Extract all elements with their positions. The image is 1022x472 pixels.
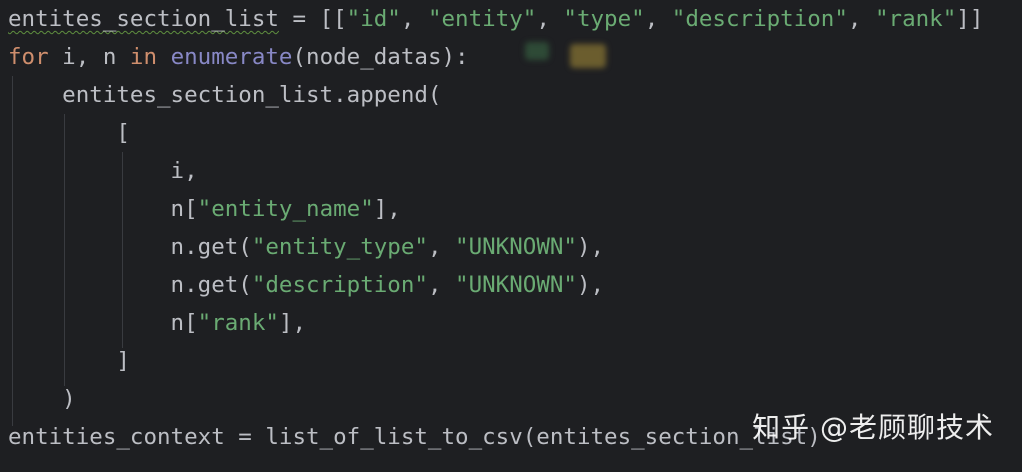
code-token-plain: ]] xyxy=(956,6,984,32)
code-token-str: "type" xyxy=(563,6,645,32)
code-token-plain: entites_section_list xyxy=(8,6,279,32)
code-token-plain: ] xyxy=(8,348,130,374)
code-token-str: "rank" xyxy=(197,310,279,336)
code-token-kw: in xyxy=(129,44,158,70)
code-token-str: "UNKNOWN" xyxy=(455,272,577,298)
blurred-artifact xyxy=(525,42,549,60)
code-token-str: "entity" xyxy=(427,6,537,32)
code-token-plain: ], xyxy=(278,310,307,336)
blurred-artifact xyxy=(570,44,606,68)
code-token-plain: n[ xyxy=(8,310,198,336)
code-token-str: "entity_type" xyxy=(251,234,428,260)
code-token-plain: entities_context = list_of_list_to_csv(e… xyxy=(8,424,821,450)
code-token-str: "id" xyxy=(346,6,401,32)
code-token-plain: n[ xyxy=(8,196,198,222)
code-token-plain: n.get( xyxy=(8,234,252,260)
code-line[interactable]: n.get("entity_type", "UNKNOWN"), xyxy=(8,228,605,266)
code-line[interactable]: entites_section_list = [["id", "entity",… xyxy=(8,0,983,38)
watermark: 知乎 @老顾聊技术 xyxy=(752,411,994,444)
code-token-plain: , xyxy=(847,6,875,32)
code-line[interactable]: i, xyxy=(8,152,198,190)
code-token-plain: ), xyxy=(576,234,605,260)
code-token-plain: (node_datas): xyxy=(292,44,469,70)
code-token-plain: = [[ xyxy=(278,6,347,32)
code-token-str: "description" xyxy=(671,6,848,32)
code-token-str: "entity_name" xyxy=(197,196,374,222)
code-line[interactable]: n["rank"], xyxy=(8,304,306,342)
code-token-plain: ], xyxy=(373,196,401,222)
code-token-str: "rank" xyxy=(875,6,957,32)
code-line[interactable]: entities_context = list_of_list_to_csv(e… xyxy=(8,418,821,456)
code-line[interactable]: n["entity_name"], xyxy=(8,190,401,228)
code-token-plain: ), xyxy=(576,272,605,298)
code-token-plain: n.get( xyxy=(8,272,252,298)
code-token-str: "description" xyxy=(251,272,428,298)
code-token-plain: , xyxy=(536,6,564,32)
code-token-kw: for xyxy=(8,44,49,70)
code-line[interactable]: ] xyxy=(8,342,130,380)
code-line[interactable]: n.get("description", "UNKNOWN"), xyxy=(8,266,605,304)
code-line[interactable]: for i, n in enumerate(node_datas): xyxy=(8,38,469,76)
code-token-plain: ) xyxy=(8,386,76,412)
code-token-builtin: enumerate xyxy=(170,44,293,70)
code-token-plain: [ xyxy=(8,120,130,146)
code-line[interactable]: entites_section_list.append( xyxy=(8,76,441,114)
code-token-plain: , xyxy=(427,234,456,260)
code-token-plain: entites_section_list.append( xyxy=(8,82,442,108)
code-token-plain: , xyxy=(427,272,456,298)
code-token-plain: i, xyxy=(8,158,198,184)
code-token-plain: , xyxy=(644,6,672,32)
code-line[interactable]: ) xyxy=(8,380,76,418)
code-token-plain: , xyxy=(400,6,428,32)
code-token-plain: i, n xyxy=(48,44,130,70)
code-editor[interactable]: entites_section_list = [["id", "entity",… xyxy=(0,0,1022,472)
code-token-str: "UNKNOWN" xyxy=(455,234,577,260)
code-line[interactable]: [ xyxy=(8,114,130,152)
